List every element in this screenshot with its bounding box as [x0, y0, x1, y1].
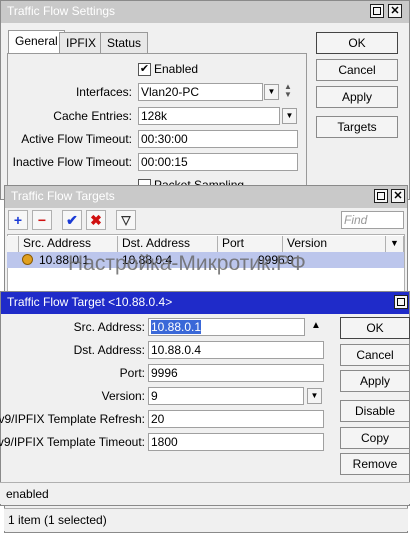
- enabled-label: Enabled: [154, 62, 199, 76]
- template-refresh-label: v9/IPFIX Template Refresh:: [0, 412, 145, 426]
- apply-button[interactable]: Apply: [340, 370, 410, 392]
- remove-icon[interactable]: −: [32, 210, 52, 230]
- src-address-value: 10.88.0.1: [151, 320, 202, 334]
- watermark-text: Настройка-Микротик.РФ: [68, 252, 306, 275]
- targets-title: Traffic Flow Targets: [11, 189, 115, 203]
- chevron-down-icon[interactable]: ▼: [307, 388, 322, 404]
- interfaces-label: Interfaces:: [75, 85, 132, 99]
- src-address-input[interactable]: 10.88.0.1: [148, 318, 305, 336]
- apply-button[interactable]: Apply: [316, 86, 398, 108]
- tab-status[interactable]: Status: [100, 32, 149, 54]
- maximize-icon[interactable]: [394, 295, 408, 309]
- cancel-button[interactable]: Cancel: [316, 59, 398, 81]
- tab-general[interactable]: General: [8, 30, 65, 54]
- port-input[interactable]: 9996: [148, 364, 324, 382]
- column-header-src[interactable]: Src. Address: [19, 236, 118, 252]
- close-icon[interactable]: ✕: [388, 4, 402, 18]
- column-header-blank[interactable]: [7, 236, 19, 252]
- port-label: Port:: [119, 366, 145, 380]
- active-timeout-label: Active Flow Timeout:: [21, 132, 132, 146]
- filter-icon[interactable]: ▽: [116, 210, 136, 230]
- dst-address-input[interactable]: 10.88.0.4: [148, 341, 324, 359]
- template-timeout-label: v9/IPFIX Template Timeout:: [0, 435, 145, 449]
- maximize-icon[interactable]: [370, 4, 384, 18]
- chevron-down-icon[interactable]: ▼: [264, 84, 279, 100]
- cache-entries-label: Cache Entries:: [53, 109, 132, 123]
- find-input[interactable]: Find: [341, 211, 404, 229]
- dst-address-label: Dst. Address:: [73, 343, 145, 357]
- settings-titlebar[interactable]: Traffic Flow Settings ✕: [1, 1, 409, 23]
- copy-button[interactable]: Copy: [340, 427, 410, 449]
- ok-button[interactable]: OK: [340, 317, 410, 339]
- template-refresh-input[interactable]: 20: [148, 410, 324, 428]
- column-header-dst[interactable]: Dst. Address: [118, 236, 218, 252]
- targets-status-text: 1 item (1 selected): [8, 513, 107, 527]
- maximize-icon[interactable]: [374, 189, 388, 203]
- column-header-port[interactable]: Port: [218, 236, 283, 252]
- up-down-arrow-icon[interactable]: ▲ ▼: [284, 83, 292, 99]
- disable-x-icon[interactable]: ✖: [86, 210, 106, 230]
- cache-entries-select[interactable]: 128k: [138, 107, 280, 125]
- add-icon[interactable]: +: [8, 210, 28, 230]
- remove-button[interactable]: Remove: [340, 453, 410, 475]
- chevron-down-icon[interactable]: ▼: [282, 108, 297, 124]
- ok-button[interactable]: OK: [316, 32, 398, 54]
- targets-status-bar: 1 item (1 selected): [4, 508, 408, 531]
- target-dialog-title: Traffic Flow Target <10.88.0.4>: [7, 295, 173, 309]
- collapse-arrow-icon[interactable]: ▲: [311, 320, 321, 331]
- inactive-timeout-label: Inactive Flow Timeout:: [12, 155, 132, 169]
- active-timeout-input[interactable]: 00:30:00: [138, 130, 298, 148]
- close-icon[interactable]: ✕: [391, 189, 405, 203]
- target-status-icon: [22, 254, 33, 265]
- target-dialog-status-bar: enabled: [0, 482, 410, 504]
- inactive-timeout-input[interactable]: 00:00:15: [138, 153, 298, 171]
- src-address-label: Src. Address:: [73, 320, 145, 334]
- tab-ipfix[interactable]: IPFIX: [59, 32, 104, 54]
- targets-titlebar[interactable]: Traffic Flow Targets ✕: [5, 186, 407, 208]
- column-header-version[interactable]: Version: [283, 236, 386, 252]
- target-dialog-titlebar[interactable]: Traffic Flow Target <10.88.0.4>: [1, 292, 409, 314]
- version-label: Version:: [101, 389, 145, 403]
- settings-window: Traffic Flow Settings ✕ General IPFIX St…: [0, 0, 410, 200]
- column-menu-chevron-icon[interactable]: ▼: [386, 236, 404, 252]
- target-dialog-status-text: enabled: [6, 487, 49, 501]
- version-select[interactable]: 9: [148, 387, 304, 405]
- enable-check-icon[interactable]: ✔: [62, 210, 82, 230]
- enabled-checkbox[interactable]: ✔: [138, 63, 151, 76]
- settings-title: Traffic Flow Settings: [7, 4, 116, 18]
- disable-button[interactable]: Disable: [340, 400, 410, 422]
- interfaces-select[interactable]: Vlan20-PC: [138, 83, 263, 101]
- template-timeout-input[interactable]: 1800: [148, 433, 324, 451]
- cancel-button[interactable]: Cancel: [340, 344, 410, 366]
- targets-button[interactable]: Targets: [316, 116, 398, 138]
